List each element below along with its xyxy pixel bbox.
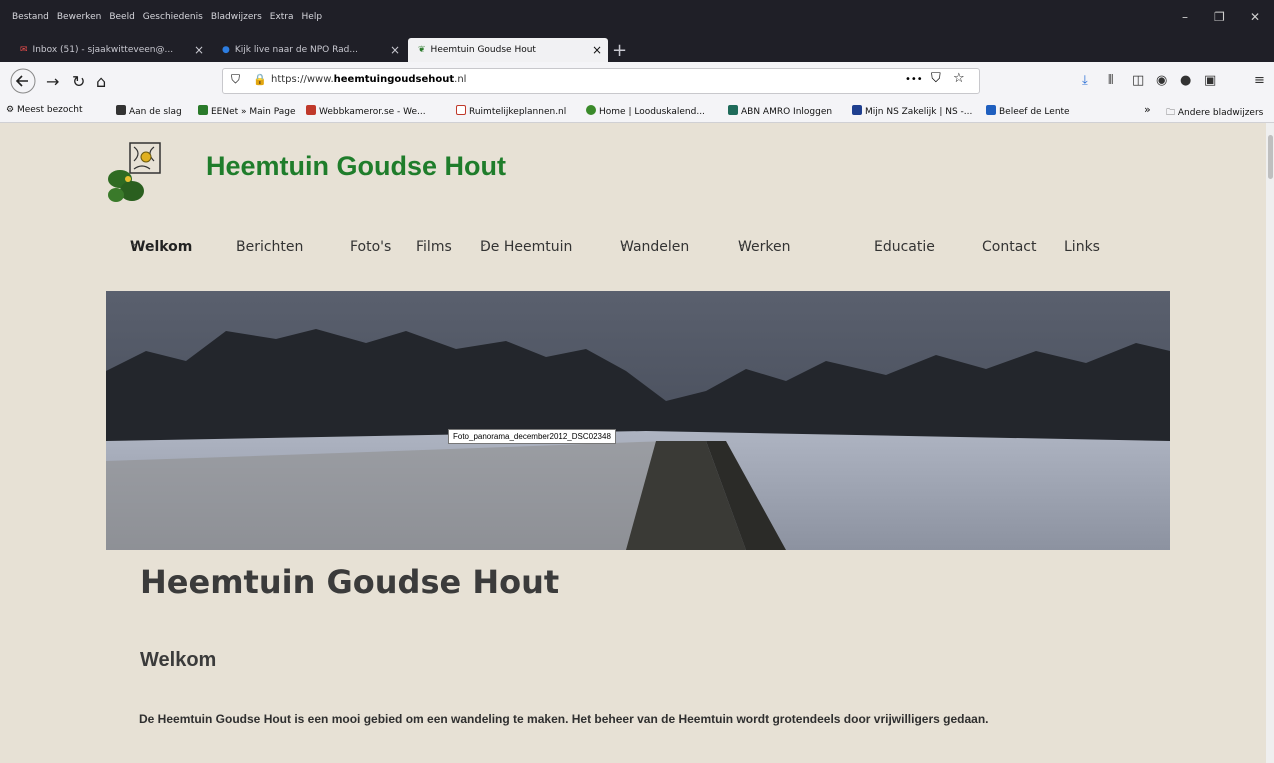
bookmark-icon (306, 105, 316, 115)
address-bar[interactable]: ⛉ 🔒 https://www.heemtuingoudsehout.nl ••… (222, 68, 980, 94)
chevron-down-icon: ⌄ (236, 239, 244, 249)
lock-icon[interactable]: 🔒 (253, 73, 267, 86)
scrollbar-thumb[interactable] (1268, 135, 1273, 179)
close-tab-icon[interactable]: × (592, 43, 602, 57)
section-heading: Welkom (140, 649, 217, 671)
account-icon[interactable]: ◉ (1156, 73, 1167, 88)
bookmark-ruimtelijkeplannen[interactable]: Ruimtelijkeplannen.nl (456, 105, 566, 117)
bookmark-aan-de-slag[interactable]: Aan de slag (116, 105, 182, 117)
bookmark-webbkameror[interactable]: Webbkameror.se - We... (306, 105, 426, 117)
mail-icon: ✉ (20, 45, 28, 55)
menu-bladwijzers[interactable]: Bladwijzers (211, 12, 262, 22)
menu-bar: Bestand Bewerken Beeld Geschiedenis Blad… (0, 0, 1274, 38)
site-title[interactable]: Heemtuin Goudse Hout (206, 151, 506, 182)
page-title: Heemtuin Goudse Hout (140, 563, 560, 601)
back-icon (10, 68, 36, 94)
bookmark-eenet[interactable]: EENet » Main Page (198, 105, 296, 117)
tab-inbox[interactable]: ✉ Inbox (51) - sjaakwitteveen@... × (10, 38, 210, 62)
tab-heemtuin[interactable]: ❦ Heemtuin Goudse Hout × (408, 38, 608, 62)
download-icon[interactable]: ⤓ (1082, 73, 1088, 88)
hero-panorama-image[interactable] (106, 291, 1170, 550)
chevron-down-icon: ⌄ (480, 239, 488, 249)
bookmark-ns-zakelijk[interactable]: Mijn NS Zakelijk | NS -... (852, 105, 972, 117)
nav-toolbar: → ↻ ⌂ ⛉ 🔒 https://www.heemtuingoudsehout… (0, 62, 1274, 101)
minimize-button[interactable]: – (1182, 10, 1188, 24)
reload-icon[interactable]: ↻ (72, 72, 85, 91)
home-icon[interactable]: ⌂ (96, 72, 106, 91)
close-tab-icon[interactable]: × (194, 43, 204, 57)
menu-geschiedenis[interactable]: Geschiedenis (143, 12, 203, 22)
chevron-down-icon: ⌄ (874, 239, 882, 249)
page-actions-icon[interactable]: ••• (905, 74, 923, 85)
tab-strip: ✉ Inbox (51) - sjaakwitteveen@... × ● Ki… (0, 38, 1274, 62)
ns-icon (852, 105, 862, 115)
chevron-down-icon: ⌄ (738, 239, 746, 249)
intro-paragraph: De Heemtuin Goudse Hout is een mooi gebi… (139, 712, 989, 726)
bank-icon (728, 105, 738, 115)
menu-help[interactable]: Help (302, 12, 323, 22)
web-page: Heemtuin Goudse Hout Welkom ⌄ Berichten … (0, 123, 1274, 763)
bookmark-meest-bezocht[interactable]: ⚙ Meest bezocht (6, 105, 83, 115)
bookmark-looduskalender[interactable]: Home | Looduskalend... (586, 105, 705, 117)
menu-bestand[interactable]: Bestand (12, 12, 49, 22)
bookmark-star-icon[interactable]: ☆ (953, 71, 965, 86)
folder-icon: 🗀 (1166, 108, 1178, 118)
bird-icon (986, 105, 996, 115)
menu-beeld[interactable]: Beeld (109, 12, 134, 22)
bookmark-abn-amro[interactable]: ABN AMRO Inloggen (728, 105, 832, 117)
site-logo[interactable] (104, 139, 176, 205)
tab-label: Kijk live naar de NPO Rad... (234, 45, 358, 55)
page-scrollbar[interactable] (1266, 123, 1274, 763)
chevron-down-icon: ⌄ (620, 239, 628, 249)
menu-extra[interactable]: Extra (270, 12, 294, 22)
npo-icon: ● (222, 45, 230, 55)
pocket-icon[interactable]: ⛉ (931, 71, 941, 86)
back-button[interactable] (10, 68, 36, 98)
addon-icon[interactable]: ▣ (1204, 73, 1216, 88)
tab-label: Heemtuin Goudse Hout (430, 45, 536, 55)
chevron-down-icon: ⌄ (130, 239, 138, 249)
tab-npo[interactable]: ● Kijk live naar de NPO Rad... × (212, 38, 406, 62)
leaf-icon (586, 105, 596, 115)
tab-label: Inbox (51) - sjaakwitteveen@... (32, 45, 174, 55)
menu-list: Bestand Bewerken Beeld Geschiedenis Blad… (12, 12, 322, 22)
sidebar-icon[interactable]: ◫ (1132, 73, 1144, 88)
bookmark-icon (116, 105, 126, 115)
menu-bewerken[interactable]: Bewerken (57, 12, 101, 22)
url-text[interactable]: https://www.heemtuingoudsehout.nl (271, 74, 466, 85)
close-tab-icon[interactable]: × (390, 43, 400, 57)
more-bookmarks-button[interactable]: » (1144, 103, 1151, 116)
close-window-button[interactable]: ✕ (1250, 10, 1260, 24)
other-bookmarks-folder[interactable]: 🗀 Andere bladwijzers (1166, 105, 1263, 121)
bookmark-beleef-de-lente[interactable]: Beleef de Lente (986, 105, 1070, 117)
new-tab-button[interactable]: + (612, 40, 627, 61)
image-tooltip: Foto_panorama_december2012_DSC02348 (448, 429, 616, 444)
forward-icon[interactable]: → (46, 72, 59, 91)
bookmark-icon (456, 105, 466, 115)
library-icon[interactable]: ⫴ (1108, 73, 1113, 88)
extension-icon[interactable]: ● (1180, 73, 1191, 88)
shield-icon[interactable]: ⛉ (231, 72, 240, 87)
restore-button[interactable]: ❐ (1214, 10, 1225, 24)
leaf-icon: ❦ (418, 45, 426, 55)
bookmark-icon (198, 105, 208, 115)
hamburger-menu-icon[interactable]: ≡ (1254, 73, 1265, 88)
bookmarks-toolbar: ⚙ Meest bezocht Aan de slag EENet » Main… (0, 100, 1274, 123)
gear-icon: ⚙ (6, 105, 17, 115)
